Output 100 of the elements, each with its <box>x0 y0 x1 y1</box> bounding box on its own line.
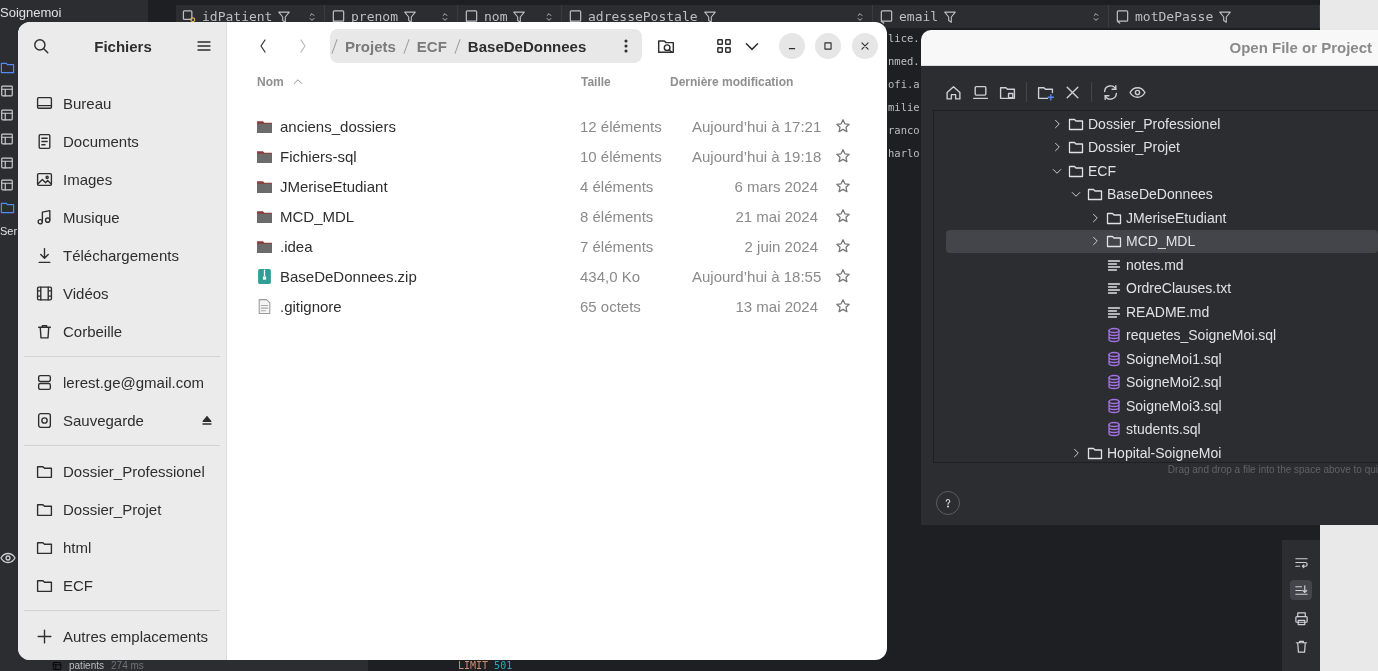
sidebar-item[interactable]: Dossier_Projet <box>18 490 226 528</box>
sidebar-item[interactable]: Vidéos <box>18 274 226 312</box>
file-row[interactable]: .gitignore 65 octets 13 mai 2024 <box>227 291 887 321</box>
sidebar-item[interactable]: Documents <box>18 122 226 160</box>
tree-item[interactable]: SoigneMoi2.sql <box>946 370 1378 394</box>
tree-item[interactable]: notes.md <box>946 253 1378 277</box>
filter-icon[interactable] <box>1218 9 1233 24</box>
star-icon[interactable] <box>835 118 851 134</box>
tree-item[interactable]: Hopital-SoigneMoi <box>946 441 1378 462</box>
sidebar-item[interactable]: lerest.ge@gmail.com <box>18 363 226 401</box>
column-header[interactable]: nom <box>484 9 508 24</box>
star-icon[interactable] <box>835 238 851 254</box>
column-header[interactable]: prenom <box>351 9 398 24</box>
result-name[interactable]: patients <box>69 660 105 671</box>
plus-icon <box>36 627 53 645</box>
trash-icon[interactable] <box>1293 638 1309 654</box>
sidebar-item[interactable]: Sauvegarde <box>18 401 226 439</box>
tree-item[interactable]: SoigneMoi3.sql <box>946 394 1378 418</box>
file-row[interactable]: .idea 7 éléments 2 juin 2024 <box>227 231 887 261</box>
search-icon[interactable] <box>32 37 50 55</box>
home-icon[interactable] <box>945 83 962 101</box>
column-icon <box>568 9 583 24</box>
sidebar-item[interactable]: Bureau <box>18 84 226 122</box>
print-icon[interactable] <box>1293 610 1309 626</box>
sort-icon[interactable] <box>439 10 451 23</box>
filter-icon[interactable] <box>277 9 292 24</box>
column-header[interactable]: adressePostale <box>588 9 698 24</box>
sort-icon[interactable] <box>854 10 866 23</box>
star-icon[interactable] <box>835 268 851 284</box>
refresh-icon[interactable] <box>1102 83 1119 101</box>
sidebar-item[interactable]: Autres emplacements <box>18 617 226 655</box>
filter-icon[interactable] <box>402 9 417 24</box>
table-cell-text: ranco <box>888 124 921 138</box>
tree-item[interactable]: Dossier_Projet <box>946 135 1378 159</box>
maximize-icon[interactable] <box>821 39 835 53</box>
folder-search-icon[interactable] <box>657 37 675 55</box>
folder-icon <box>1106 233 1122 250</box>
path-segment[interactable]: Projets <box>345 37 396 55</box>
tree-item[interactable]: Dossier_Professionel <box>946 112 1378 136</box>
tool-label[interactable]: Ser <box>0 225 18 238</box>
file-size: 434,0 Ko <box>580 267 642 285</box>
file-row[interactable]: anciens_dossiers 12 éléments Aujourd’hui à 17:21 <box>227 111 887 141</box>
folder-icon[interactable] <box>0 200 15 215</box>
file-row[interactable]: BaseDeDonnees.zip 434,0 Ko Aujourd’hui à 18:55 <box>227 261 887 291</box>
close-icon[interactable] <box>858 39 872 53</box>
sidebar-item[interactable]: Musique <box>18 198 226 236</box>
sidebar-item[interactable]: Images <box>18 160 226 198</box>
tree-item[interactable]: requetes_SoigneMoi.sql <box>946 323 1378 347</box>
path-segment[interactable]: BaseDeDonnees <box>467 37 587 55</box>
tree-item[interactable]: MCD_MDL <box>946 229 1378 253</box>
folder-icon[interactable] <box>0 60 15 75</box>
file-row[interactable]: MCD_MDL 8 éléments 21 mai 2024 <box>227 201 887 231</box>
sort-icon[interactable] <box>306 10 318 23</box>
window-title: Fichiers <box>93 37 153 55</box>
tree-item[interactable]: OrdreClauses.txt <box>946 276 1378 300</box>
column-header[interactable]: idPatient <box>202 9 273 24</box>
folder-icon <box>1087 186 1103 203</box>
star-icon[interactable] <box>835 208 851 224</box>
tree-item[interactable]: students.sql <box>946 417 1378 441</box>
tree-item[interactable]: SoigneMoi1.sql <box>946 347 1378 371</box>
column-header[interactable]: email <box>899 9 939 24</box>
table-cell-text: lice. <box>888 32 921 46</box>
star-icon[interactable] <box>835 148 851 164</box>
scroll-to-end-icon[interactable] <box>1293 582 1309 598</box>
file-size: 12 éléments <box>580 117 663 135</box>
path-segment[interactable]: ECF <box>416 37 447 55</box>
file-size: 65 octets <box>580 297 642 315</box>
key-column-icon <box>182 9 197 24</box>
sidebar-item[interactable]: Dossier_Professionel <box>18 452 226 490</box>
sidebar-item[interactable]: Corbeille <box>18 312 226 350</box>
file-date: 13 mai 2024 <box>734 297 818 315</box>
eject-icon[interactable] <box>200 413 214 427</box>
column-header[interactable]: motDePasse <box>1135 9 1214 24</box>
star-icon[interactable] <box>835 298 851 314</box>
file-date: 2 juin 2024 <box>743 237 818 255</box>
file-name: MCD_MDL <box>280 207 356 225</box>
tree-item[interactable]: BaseDeDonnees <box>946 182 1378 206</box>
filter-icon[interactable] <box>512 9 527 24</box>
file-row[interactable]: JMeriseEtudiant 4 éléments 6 mars 2024 <box>227 171 887 201</box>
laptop-icon[interactable] <box>972 83 989 101</box>
eye-icon[interactable] <box>0 550 16 566</box>
filter-icon[interactable] <box>943 9 958 24</box>
sidebar-item[interactable]: Téléchargements <box>18 236 226 274</box>
path-bar[interactable]: Projets ECF BaseDeDonnees <box>330 29 642 63</box>
project-name[interactable]: Soignemoi <box>0 5 62 20</box>
grid-view-icon[interactable] <box>715 37 733 55</box>
sidebar-item[interactable]: ECF <box>18 566 226 604</box>
sort-icon[interactable] <box>543 10 555 23</box>
database-icon <box>1106 327 1122 344</box>
file-size: 4 éléments <box>580 177 655 195</box>
star-icon[interactable] <box>835 178 851 194</box>
table-cell-text: harlo <box>888 147 921 161</box>
file-row[interactable]: Fichiers-sql 10 éléments Aujourd’hui à 19:18 <box>227 141 887 171</box>
tree-item[interactable]: JMeriseEtudiant <box>946 206 1378 230</box>
filter-icon[interactable] <box>702 9 717 24</box>
column-icon <box>1115 9 1130 24</box>
tree-item[interactable]: ECF <box>946 159 1378 183</box>
menu-icon[interactable] <box>196 38 212 54</box>
tree-item[interactable]: README.md <box>946 300 1378 324</box>
sidebar-item[interactable]: html <box>18 528 226 566</box>
